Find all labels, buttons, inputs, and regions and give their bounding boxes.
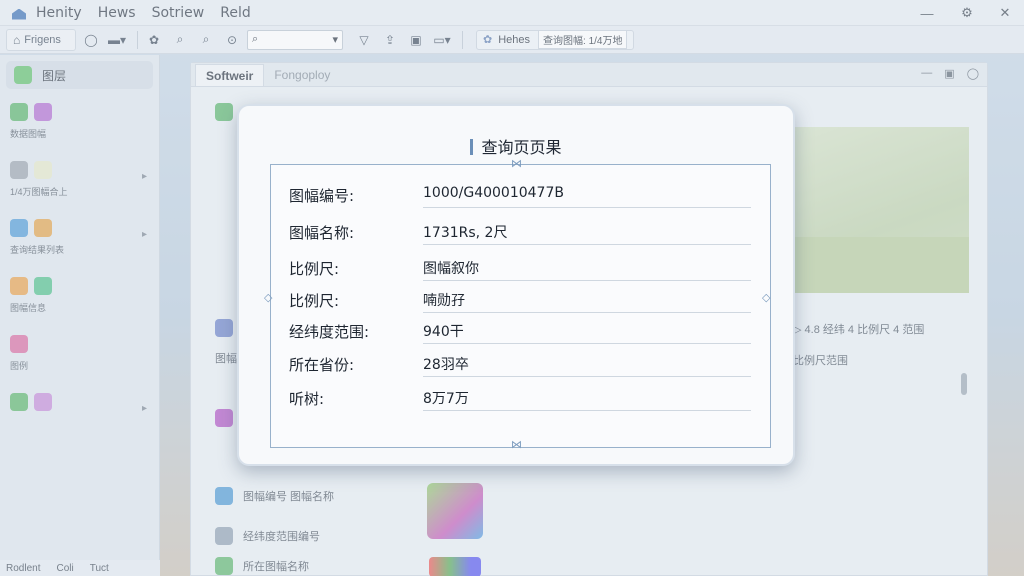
field-value: 图幅叙你 — [423, 261, 479, 277]
result-row-sheet-number: 图幅编号: 1000/G400010477B — [289, 176, 751, 208]
field-label: 所在省份: — [289, 356, 355, 374]
field-label: 图幅名称: — [289, 224, 355, 242]
field-label: 图幅编号: — [289, 187, 355, 205]
dialog-title-wrap: 查询页页果 — [239, 134, 793, 158]
query-result-dialog: 查询页页果 ⋈ ⋈ ◇ ◇ 图幅编号: 1000/G400010477B 图幅名… — [237, 104, 795, 466]
divider — [423, 410, 751, 411]
field-label: 比例尺: — [289, 260, 340, 278]
ornament-top-icon: ⋈ — [511, 158, 522, 170]
title-accent-bar — [470, 139, 474, 155]
ornament-right-icon: ◇ — [762, 292, 771, 304]
field-label: 比例尺: — [289, 292, 340, 310]
field-value: 8万7万 — [423, 391, 469, 407]
divider — [423, 376, 751, 377]
field-value: 1000/G400010477B — [423, 185, 564, 201]
result-row-scale: 比例尺: 图幅叙你 — [289, 249, 751, 281]
divider — [423, 244, 751, 245]
result-row-lonlat-range: 经纬度范围: 940干 — [289, 312, 751, 344]
field-value: 喃勋孖 — [423, 293, 465, 309]
field-value: 28羽卒 — [423, 357, 469, 373]
field-value: 940干 — [423, 324, 464, 340]
field-value: 1731Rs, 2尺 — [423, 225, 508, 241]
field-label: 听树: — [289, 390, 325, 408]
ornament-bottom-icon: ⋈ — [511, 439, 522, 451]
ornament-left-icon: ◇ — [264, 292, 273, 304]
divider — [423, 343, 751, 344]
result-row-scale-2: 比例尺: 喃勋孖 — [289, 281, 751, 313]
dialog-title: 查询页页果 — [481, 138, 562, 157]
result-row-extra: 听树: 8万7万 — [289, 379, 751, 411]
result-frame: ⋈ ⋈ ◇ ◇ 图幅编号: 1000/G400010477B 图幅名称: 173… — [264, 159, 771, 451]
field-label: 经纬度范围: — [289, 323, 370, 341]
result-row-sheet-name: 图幅名称: 1731Rs, 2尺 — [289, 213, 751, 245]
result-row-province: 所在省份: 28羽卒 — [289, 345, 751, 377]
divider — [423, 207, 751, 208]
